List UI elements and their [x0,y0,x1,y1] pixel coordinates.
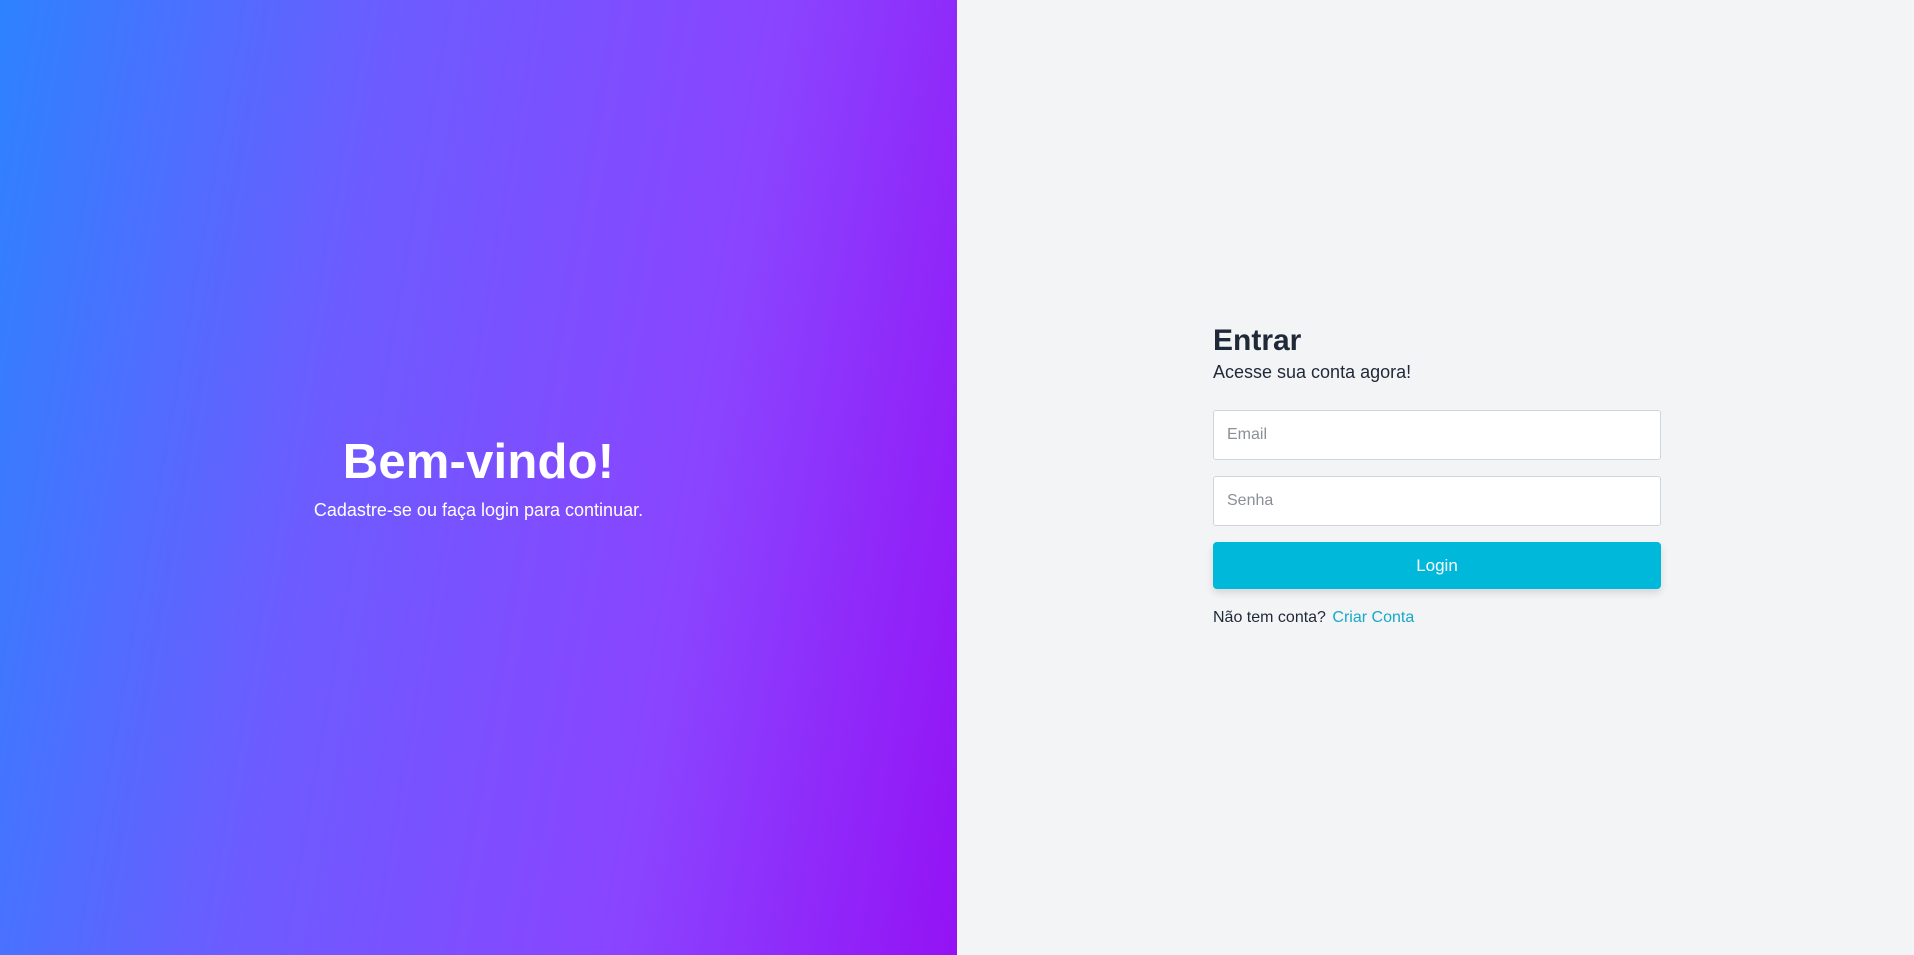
signup-row: Não tem conta? Criar Conta [1213,609,1661,627]
login-form: Entrar Acesse sua conta agora! Login Não… [1213,322,1661,627]
welcome-panel: Bem-vindo! Cadastre-se ou faça login par… [0,0,957,955]
login-title: Entrar [1213,324,1302,357]
email-input[interactable] [1213,410,1661,460]
login-button[interactable]: Login [1213,542,1661,589]
welcome-title: Bem-vindo! [342,435,615,489]
login-panel: Entrar Acesse sua conta agora! Login Não… [957,0,1914,955]
login-page: Bem-vindo! Cadastre-se ou faça login par… [0,0,1914,955]
signup-prompt: Não tem conta? [1213,609,1326,626]
welcome-subtitle: Cadastre-se ou faça login para continuar… [313,500,644,520]
create-account-link[interactable]: Criar Conta [1332,609,1414,626]
password-input[interactable] [1213,476,1661,526]
login-subtitle: Acesse sua conta agora! [1213,362,1412,382]
